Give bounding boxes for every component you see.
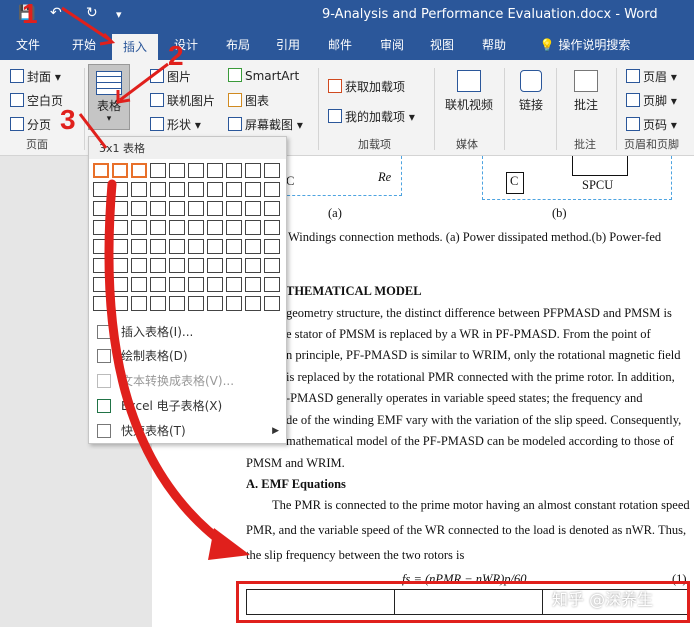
drag-arrow-head (208, 528, 250, 560)
arrow-1 (61, 6, 111, 42)
step-2-marker: 2 (168, 40, 184, 71)
step-3-marker: 3 (60, 104, 76, 135)
annotation-overlay (61, 6, 250, 560)
step-1-marker: 1 (22, 0, 38, 29)
watermark: 知乎 @深养生 (552, 590, 654, 609)
arrow-3 (78, 113, 108, 149)
arrow-2 (119, 62, 169, 102)
drag-arrow (104, 179, 235, 553)
